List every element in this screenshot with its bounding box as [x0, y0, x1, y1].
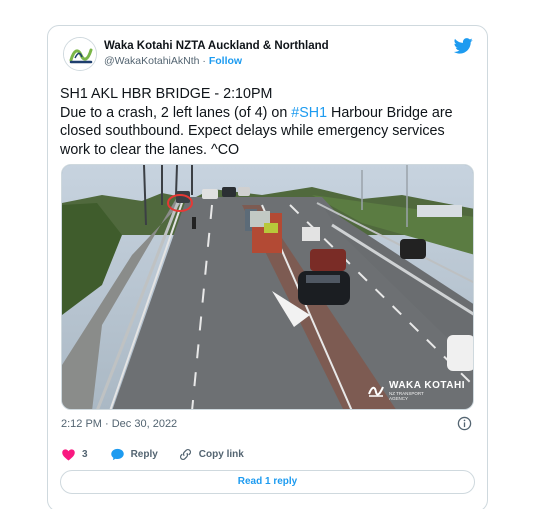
tweet-timestamp[interactable]: 2:12 PM · Dec 30, 2022 — [61, 418, 177, 430]
copy-link-label: Copy link — [198, 449, 244, 460]
author-handle[interactable]: @WakaKotahiAkNth — [104, 55, 199, 67]
tweet-text: SH1 AKL HBR BRIDGE - 2:10PM Due to a cra… — [60, 85, 480, 159]
watermark-logo-icon — [368, 386, 384, 397]
like-button[interactable]: 3 — [61, 447, 88, 462]
waka-kotahi-logo-icon — [64, 38, 96, 70]
copy-link-button[interactable]: Copy link — [178, 447, 244, 462]
bridge-scene — [62, 165, 473, 409]
watermark-title: WAKA KOTAHI — [388, 380, 465, 391]
read-replies-button[interactable]: Read 1 reply — [60, 470, 475, 494]
reply-label: Reply — [130, 449, 158, 460]
tweet-actions: 3 Reply Copy link — [61, 447, 244, 462]
tweet-line-3: closed southbound. Expect delays while e… — [60, 123, 445, 139]
info-icon[interactable] — [457, 416, 472, 431]
traffic-camera-photo[interactable]: WAKA KOTAHI NZ TRANSPORT AGENCY — [61, 164, 474, 410]
author-avatar[interactable] — [63, 37, 97, 71]
tweet-line-1: SH1 AKL HBR BRIDGE - 2:10PM — [60, 86, 273, 102]
tweet-line-4: work to clear the lanes. ^CO — [60, 141, 240, 158]
tweet-line-2: Due to a crash, 2 left lanes (of 4) on #… — [60, 104, 480, 123]
reply-bubble-icon — [110, 448, 124, 461]
reply-button[interactable]: Reply — [110, 447, 158, 462]
tweet-line-2-end: Harbour Bridge are — [327, 104, 453, 121]
hashtag-link[interactable]: #SH1 — [291, 105, 327, 121]
watermark-sub2: AGENCY — [388, 396, 408, 401]
follow-link[interactable]: Follow — [209, 55, 242, 67]
author-handle-row: @WakaKotahiAkNth · Follow — [104, 55, 242, 67]
heart-icon — [62, 449, 75, 461]
tweet-embed-card: Waka Kotahi NZTA Auckland & Northland @W… — [47, 25, 488, 509]
author-name[interactable]: Waka Kotahi NZTA Auckland & Northland — [104, 40, 329, 52]
likes-count: 3 — [82, 449, 88, 460]
link-icon — [179, 449, 191, 460]
tweet-line-2-start: Due to a crash, 2 left lanes (of 4) on — [60, 104, 292, 121]
separator-dot: · — [202, 55, 206, 67]
twitter-bird-icon[interactable] — [454, 38, 473, 54]
waka-kotahi-watermark: WAKA KOTAHI NZ TRANSPORT AGENCY — [367, 381, 465, 401]
